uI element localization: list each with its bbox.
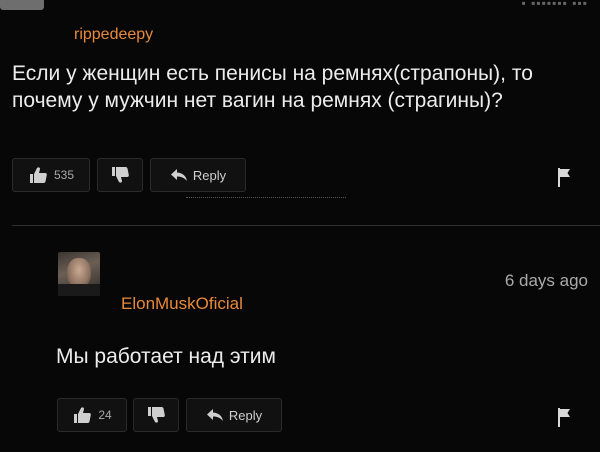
- reply-button[interactable]: Reply: [150, 158, 246, 192]
- reply-button[interactable]: Reply: [186, 398, 282, 432]
- comment-rippedeepy: ▪ ▪▪▪▪▪▪▪ ▪▪▪ rippedeepy Если у женщин е…: [0, 0, 600, 226]
- comment-text: Если у женщин есть пенисы на ремнях(стра…: [12, 62, 533, 112]
- thumbs-down-icon: [146, 406, 166, 424]
- comment-elonmuskoficial: 6 days ago ElonMuskOficial Мы работает н…: [0, 235, 600, 452]
- like-count: 535: [53, 168, 75, 182]
- thumbs-up-icon: [28, 166, 48, 184]
- thumbs-down-icon: [110, 166, 130, 184]
- divider: [12, 225, 600, 226]
- avatar-suit: [58, 284, 100, 296]
- comment-text: Мы работает над этим: [56, 345, 276, 368]
- avatar[interactable]: [0, 0, 44, 10]
- like-button[interactable]: 24: [57, 398, 127, 432]
- like-count: 24: [98, 408, 112, 422]
- avatar[interactable]: [58, 252, 100, 296]
- reply-arrow-icon: [170, 168, 188, 182]
- flag-icon: [556, 166, 572, 188]
- comment-username[interactable]: rippedeepy: [74, 26, 153, 44]
- flag-icon: [556, 406, 572, 428]
- comment-username[interactable]: ElonMuskOficial: [121, 294, 243, 314]
- like-button[interactable]: 535: [12, 158, 90, 192]
- dislike-button[interactable]: [97, 158, 143, 192]
- comment-actions: 24 Reply: [0, 398, 600, 434]
- comment-time: 6 days ago: [504, 271, 588, 290]
- reply-label: Reply: [192, 167, 227, 183]
- reply-label: Reply: [228, 407, 263, 423]
- flag-button[interactable]: [544, 160, 584, 194]
- reply-arrow-icon: [206, 408, 224, 422]
- comment-actions: 535 Reply: [0, 158, 600, 194]
- flag-button[interactable]: [544, 400, 584, 434]
- divider-dotted: [186, 197, 346, 199]
- dislike-button[interactable]: [133, 398, 179, 432]
- thumbs-up-icon: [72, 406, 92, 424]
- header-meta: ▪ ▪▪▪▪▪▪▪ ▪▪▪: [521, 0, 588, 10]
